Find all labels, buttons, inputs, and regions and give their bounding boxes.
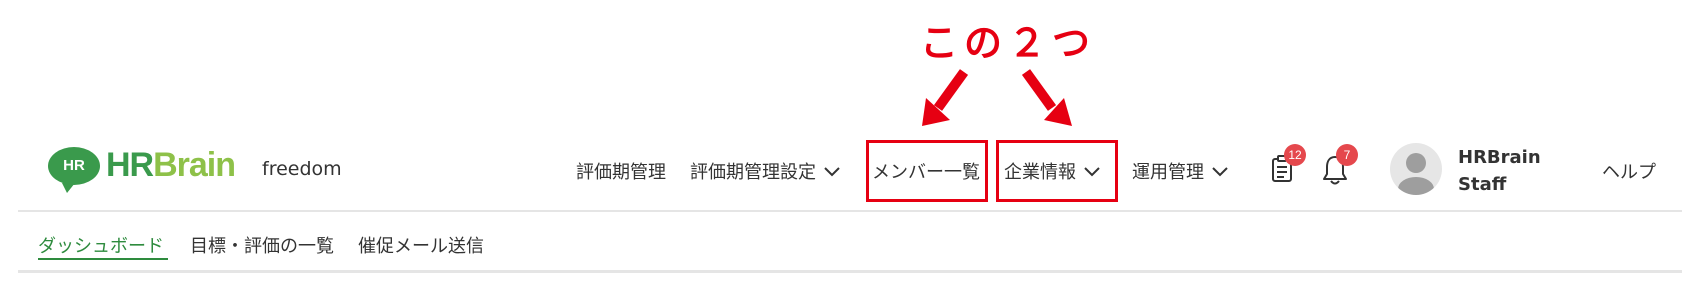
notifications-button[interactable]: 7 [1322,144,1358,186]
avatar[interactable] [1390,143,1442,195]
nav-evaluation-period[interactable]: 評価期管理 [576,158,666,184]
nav-company-info-label: 企業情報 [1004,162,1076,183]
subnav-goals-evaluations-list[interactable]: 目標・評価の一覧 [190,232,334,258]
nav-member-list[interactable]: メンバー一覧 [872,158,980,184]
chevron-down-icon [824,161,840,182]
logo-wordmark-brain: Brain [153,146,236,184]
nav-evaluation-period-settings[interactable]: 評価期管理設定 [690,158,840,184]
subnav-dashboard[interactable]: ダッシュボード [38,232,164,258]
annotation-arrow-left [920,68,980,130]
nav-evaluation-period-settings-label: 評価期管理設定 [690,162,816,183]
nav-evaluation-period-label: 評価期管理 [576,162,666,183]
help-link[interactable]: ヘルプ [1602,158,1656,184]
header-divider [18,210,1682,212]
subnav-divider [18,270,1682,273]
user-name[interactable]: HRBrain Staff [1458,144,1568,198]
user-name-line2: Staff [1458,174,1507,195]
user-placeholder-icon [1398,153,1434,195]
tasks-button[interactable]: 12 [1270,144,1306,184]
logo-badge: HR [48,146,100,193]
chevron-down-icon [1084,161,1100,182]
subnav-reminder-email[interactable]: 催促メール送信 [358,232,484,258]
nav-member-list-label: メンバー一覧 [872,162,980,183]
logo-wordmark: HRBrain [106,146,236,185]
subnav-active-indicator [38,258,168,260]
notifications-badge: 7 [1336,144,1358,166]
user-name-line1: HRBrain [1458,147,1541,168]
tenant-name: freedom [262,158,342,180]
hrbrain-logo[interactable]: HR HRBrain [48,146,236,193]
nav-operations[interactable]: 運用管理 [1132,158,1228,184]
nav-operations-label: 運用管理 [1132,162,1204,183]
logo-wordmark-hr: HR [106,146,154,184]
nav-company-info[interactable]: 企業情報 [1004,158,1100,184]
annotation-text: この２つ [920,21,1097,65]
tasks-badge: 12 [1284,144,1306,166]
chevron-down-icon [1212,161,1228,182]
annotation-arrow-right [1018,68,1078,130]
